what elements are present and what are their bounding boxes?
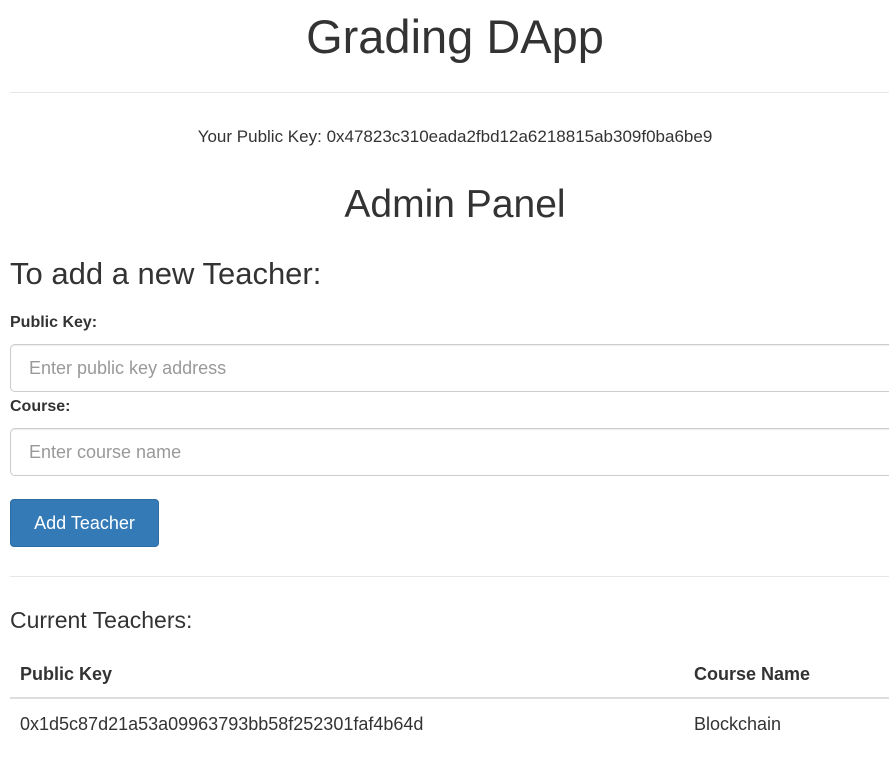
public-key-value: 0x47823c310eada2fbd12a6218815ab309f0ba6b…: [326, 127, 713, 146]
course-input[interactable]: [10, 428, 889, 476]
section-divider: [10, 576, 889, 577]
column-header-public-key: Public Key: [20, 664, 113, 684]
public-key-input[interactable]: [10, 344, 889, 392]
current-teachers-heading: Current Teachers:: [10, 607, 193, 633]
add-teacher-heading: To add a new Teacher:: [10, 256, 322, 291]
table-row: 0x1d5c87d21a53a09963793bb58f252301faf4b6…: [10, 699, 889, 751]
course-field-label: Course:: [10, 398, 71, 415]
user-public-key: Your Public Key: 0x47823c310eada2fbd12a6…: [10, 125, 889, 149]
panel-title: Admin Panel: [344, 183, 566, 226]
table-header: Public Key Course Name: [10, 652, 889, 699]
teacher-public-key: 0x1d5c87d21a53a09963793bb58f252301faf4b6…: [20, 714, 424, 734]
teacher-course-name: Blockchain: [694, 714, 782, 734]
add-teacher-button[interactable]: Add Teacher: [10, 499, 159, 547]
teachers-table: Public Key Course Name 0x1d5c87d21a53a09…: [10, 652, 889, 751]
header-divider: [10, 92, 889, 93]
app-title: Grading DApp: [306, 10, 604, 63]
public-key-field-label: Public Key:: [10, 314, 98, 331]
public-key-label: Your Public Key:: [197, 127, 322, 146]
column-header-course-name: Course Name: [694, 664, 811, 684]
